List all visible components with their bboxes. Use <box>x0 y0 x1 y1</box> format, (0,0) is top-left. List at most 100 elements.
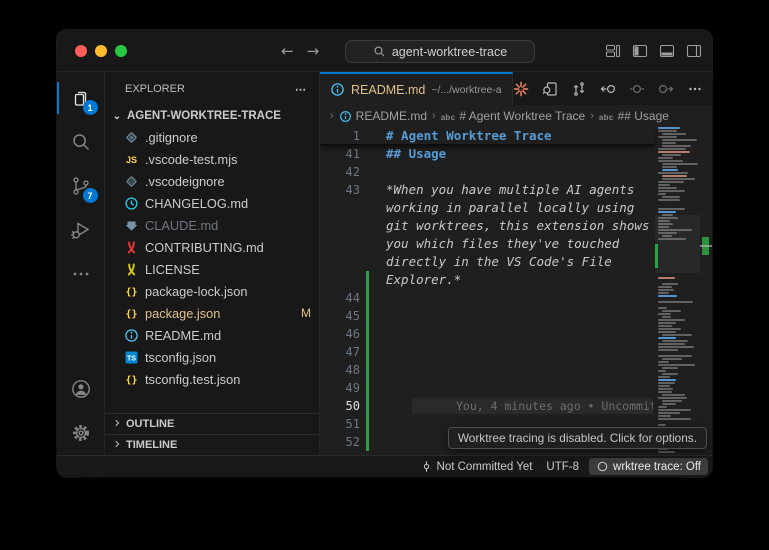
line-number[interactable]: 45 <box>320 307 360 325</box>
line-number[interactable] <box>320 253 360 271</box>
claude-icon[interactable] <box>513 81 529 97</box>
close-window-button[interactable] <box>75 45 87 57</box>
code-line[interactable]: 47 <box>320 343 655 361</box>
status-item-git-status[interactable]: Not Committed Yet <box>413 458 540 475</box>
section-outline[interactable]: OUTLINE <box>105 413 319 434</box>
circle-arrow-right-icon[interactable] <box>658 81 674 97</box>
tab-readme[interactable]: README.md ~/.../worktree-a <box>320 72 513 105</box>
file-row-.vscodeignore[interactable]: .vscodeignore <box>105 170 319 192</box>
minimap-text-row <box>658 238 686 240</box>
file-row-.gitignore[interactable]: .gitignore <box>105 126 319 148</box>
line-number[interactable]: 44 <box>320 289 360 307</box>
activity-item-explorer[interactable]: 1 <box>57 76 105 120</box>
open-changes-icon[interactable] <box>600 81 616 97</box>
minimap-text-row <box>662 154 681 156</box>
line-number[interactable]: 47 <box>320 343 360 361</box>
code-line[interactable]: you which files they've touched <box>320 235 655 253</box>
file-row-CONTRIBUTING.md[interactable]: CONTRIBUTING.md <box>105 236 319 258</box>
minimap-text-row <box>662 283 678 285</box>
breadcrumb-item[interactable]: abc # Agent Worktree Trace <box>441 109 586 123</box>
code-line[interactable]: git worktrees, this extension shows <box>320 217 655 235</box>
file-row-tsconfig.test.json[interactable]: {} tsconfig.test.json <box>105 368 319 390</box>
line-number[interactable]: 50 <box>320 397 360 415</box>
line-number[interactable]: 48 <box>320 361 360 379</box>
toggle-secondary-sidebar-icon[interactable] <box>686 43 702 59</box>
file-row-README.md[interactable]: README.md <box>105 324 319 346</box>
code-line[interactable]: 46 <box>320 325 655 343</box>
line-number[interactable]: 51 <box>320 415 360 433</box>
git-added-gutter <box>366 325 369 343</box>
file-row-tsconfig.json[interactable]: TS tsconfig.json <box>105 346 319 368</box>
folder-root-row[interactable]: ⌄ AGENT-WORKTREE-TRACE <box>105 106 319 126</box>
back-icon[interactable]: ← <box>281 42 294 60</box>
toggle-primary-sidebar-icon[interactable] <box>632 43 648 59</box>
status-item-encoding[interactable]: UTF-8 <box>539 459 586 475</box>
customize-layout-icon[interactable] <box>605 43 621 59</box>
file-row-CHANGELOG.md[interactable]: CHANGELOG.md <box>105 192 319 214</box>
git-commit-icon <box>420 460 433 473</box>
sticky-scroll-line[interactable]: 1 # Agent Worktree Trace <box>320 127 655 145</box>
command-center-search[interactable]: agent-worktree-trace <box>345 40 535 63</box>
code-line[interactable]: working in parallel locally using <box>320 199 655 217</box>
line-number[interactable]: 52 <box>320 433 360 451</box>
minimap-text-row <box>662 142 676 144</box>
breadcrumb-item[interactable]: abc ## Usage <box>599 109 669 123</box>
line-number[interactable] <box>320 217 360 235</box>
vscode-diamond-icon <box>124 174 139 189</box>
file-row-package-lock.json[interactable]: {} package-lock.json <box>105 280 319 302</box>
compare-changes-icon[interactable] <box>571 81 587 97</box>
open-preview-icon[interactable] <box>542 81 558 97</box>
activity-item-accounts[interactable] <box>57 367 105 411</box>
code-line[interactable]: 41 ## Usage <box>320 145 655 163</box>
zoom-window-button[interactable] <box>115 45 127 57</box>
debug-icon <box>70 219 92 241</box>
line-number[interactable] <box>320 199 360 217</box>
ruler-cursor-marker <box>700 245 712 247</box>
code-line[interactable]: 43 *When you have multiple AI agents <box>320 181 655 199</box>
status-item-worktree-trace-toggle[interactable]: wrktree trace: Off <box>589 458 708 475</box>
git-modified-badge: M <box>301 306 311 320</box>
code-line[interactable]: 49 <box>320 379 655 397</box>
more-actions-icon[interactable] <box>687 81 703 97</box>
editor-pane[interactable]: 1 # Agent Worktree Trace 41 ## Usage 42 43 *Wh… <box>320 127 712 455</box>
code-line[interactable]: 42 <box>320 163 655 181</box>
minimize-window-button[interactable] <box>95 45 107 57</box>
line-number[interactable]: 46 <box>320 325 360 343</box>
file-row-LICENSE[interactable]: LICENSE <box>105 258 319 280</box>
line-number[interactable]: 41 <box>320 145 360 163</box>
breadcrumb-separator-icon: › <box>330 110 334 122</box>
line-number[interactable]: 1 <box>320 127 360 144</box>
file-row-package.json[interactable]: {} package.json M <box>105 302 319 324</box>
activity-item-search[interactable] <box>57 120 105 164</box>
activity-item-settings[interactable] <box>57 411 105 455</box>
code-line[interactable]: 45 <box>320 307 655 325</box>
activity-item-more-views[interactable] <box>57 252 105 296</box>
sidebar-header[interactable]: EXPLORER ⋯ <box>105 72 319 106</box>
line-number[interactable]: 42 <box>320 163 360 181</box>
file-row-.vscode-test.mjs[interactable]: JS .vscode-test.mjs <box>105 148 319 170</box>
git-added-gutter <box>366 307 369 325</box>
code-line[interactable]: 44 <box>320 289 655 307</box>
toggle-panel-icon[interactable] <box>659 43 675 59</box>
forward-icon[interactable]: → <box>307 42 320 60</box>
overview-ruler[interactable] <box>700 127 712 455</box>
line-number[interactable]: 49 <box>320 379 360 397</box>
line-number[interactable]: 43 <box>320 181 360 199</box>
code-line[interactable]: 50 You, 4 minutes ago • Uncommitte <box>320 397 655 415</box>
explorer-more-actions-icon[interactable]: ⋯ <box>295 83 307 96</box>
activity-item-run-debug[interactable] <box>57 208 105 252</box>
line-number[interactable] <box>320 235 360 253</box>
minimap[interactable] <box>655 127 700 455</box>
section-timeline[interactable]: TIMELINE <box>105 434 319 455</box>
minimap-text-row <box>658 397 687 399</box>
activity-item-source-control[interactable]: 7 <box>57 164 105 208</box>
circle-dash-icon[interactable] <box>629 81 645 97</box>
minimap-text-row <box>662 145 691 147</box>
file-row-CLAUDE.md[interactable]: CLAUDE.md <box>105 214 319 236</box>
line-number[interactable] <box>320 271 360 289</box>
code-line[interactable]: 48 <box>320 361 655 379</box>
code-line[interactable]: directly in the VS Code's File <box>320 253 655 271</box>
breadcrumb-item[interactable]: README.md <box>339 109 427 123</box>
code-line[interactable]: Explorer.* <box>320 271 655 289</box>
